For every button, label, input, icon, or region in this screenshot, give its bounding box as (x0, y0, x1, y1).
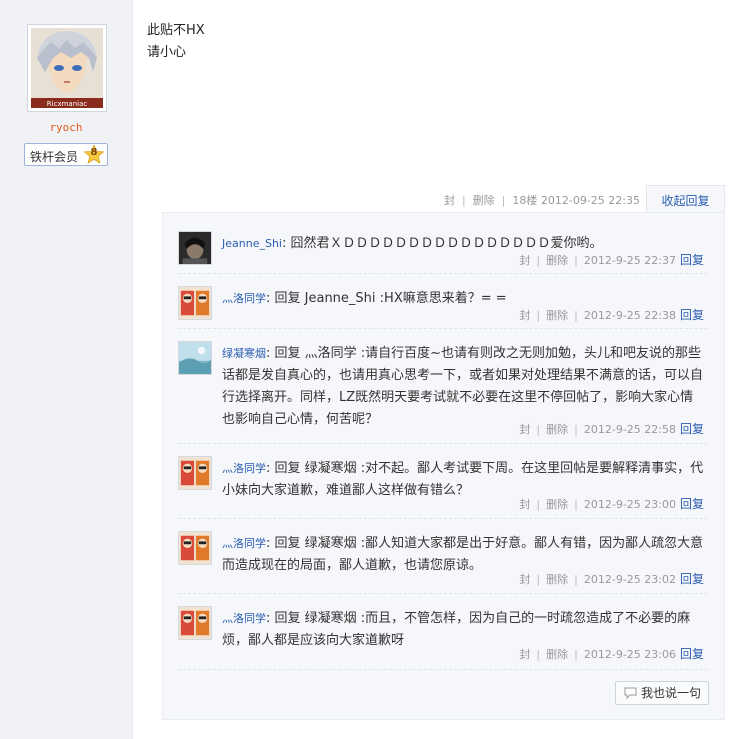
seal-link[interactable]: 封 (519, 648, 530, 661)
reply-divider (178, 273, 708, 274)
reply-text: 回复 Jeanne_Shi :HX嘛意思来着？= = (274, 291, 507, 306)
reply-divider (178, 593, 708, 594)
reply-time: 2012-9-25 22:38 (583, 309, 676, 322)
reply-button[interactable]: 回复 (680, 422, 704, 436)
reply-username[interactable]: 灬洛同学 (222, 292, 266, 305)
reply-time: 2012-9-25 22:58 (583, 423, 676, 436)
reply-time: 2012-9-25 23:06 (583, 648, 676, 661)
reply-text: 回复 绿凝寒烟 :而且，不管怎样，因为自己的一时疏忽造成了不必要的麻烦，鄙人都是… (222, 611, 691, 648)
reply-divider (178, 328, 708, 329)
delete-link[interactable]: 删除 (546, 648, 568, 661)
reply-divider (178, 518, 708, 519)
delete-link[interactable]: 删除 (546, 573, 568, 586)
reply-divider (178, 669, 708, 670)
reply-username[interactable]: 灬洛同学 (222, 537, 266, 550)
seal-link[interactable]: 封 (519, 573, 530, 586)
delete-link[interactable]: 删除 (473, 192, 495, 208)
collapse-replies-button[interactable]: 收起回复 (646, 185, 725, 213)
reply-time: 2012-9-25 23:00 (583, 498, 676, 511)
post-time: 2012-09-25 22:35 (540, 194, 640, 207)
reply-avatar-anime[interactable] (178, 286, 212, 320)
member-level-number: 8 (90, 147, 98, 158)
reply-body: 绿凝寒烟: 回复 灬洛同学 :请自行百度~也请有则改之无则加勉，头儿和吧友说的那… (222, 346, 704, 427)
reply-text: 回复 绿凝寒烟 :对不起。鄙人考试要下周。在这里回帖是要解释清事实，代小妹向大家… (222, 461, 704, 498)
floor-number: 18楼 (512, 194, 538, 207)
reply-username[interactable]: Jeanne_Shi (222, 237, 282, 250)
seal-link[interactable]: 封 (519, 498, 530, 511)
reply-username[interactable]: 灬洛同学 (222, 462, 266, 475)
reply-text: 囧然君ＸＤＤＤＤＤＤＤＤＤＤＤＤＤＤＤＤ爱你哟。 (290, 236, 603, 251)
reply-meta: 封 | 删除 | 2012-9-25 23:00 回复 (519, 497, 704, 511)
reply-button[interactable]: 回复 (680, 497, 704, 511)
member-level-badge[interactable]: 铁杆会员 8 (24, 143, 108, 166)
reply-text: 回复 绿凝寒烟 :鄙人知道大家都是出于好意。鄙人有错，因为鄙人疏忽大意而造成现在… (222, 536, 704, 573)
reply-button[interactable]: 回复 (680, 647, 704, 661)
reply-meta: 封 | 删除 | 2012-9-25 23:02 回复 (519, 572, 704, 586)
seal-link[interactable]: 封 (519, 254, 530, 267)
delete-link[interactable]: 删除 (546, 423, 568, 436)
reply-username[interactable]: 灬洛同学 (222, 612, 266, 625)
reply-avatar-anime[interactable] (178, 531, 212, 565)
delete-link[interactable]: 删除 (546, 254, 568, 267)
post-line: 此贴不HX (147, 23, 205, 38)
reply-meta: 封 | 删除 | 2012-9-25 22:38 回复 (519, 308, 704, 322)
reply-time: 2012-9-25 23:02 (583, 573, 676, 586)
member-level-title: 铁杆会员 (30, 150, 79, 164)
say-something-label: 我也说一句 (641, 686, 702, 700)
author-name[interactable]: ryoch (0, 121, 132, 134)
seal-link[interactable]: 封 (519, 309, 530, 322)
reply-button[interactable]: 回复 (680, 308, 704, 322)
author-sidebar: Ricxmaniac ryoch 铁杆会员 8 (0, 0, 133, 739)
reply-avatar-anime[interactable] (178, 606, 212, 640)
post-content: 此贴不HX 请小心 (147, 20, 205, 64)
reply-button[interactable]: 回复 (680, 572, 704, 586)
reply-time: 2012-9-25 22:37 (583, 254, 676, 267)
post-meta: 封 | 删除 | 18楼 2012-09-25 22:35 (443, 192, 640, 208)
reply-meta: 封 | 删除 | 2012-9-25 22:37 回复 (519, 253, 704, 267)
reply-button[interactable]: 回复 (680, 253, 704, 267)
reply-divider (178, 443, 708, 444)
speech-bubble-icon (624, 687, 637, 699)
say-something-button[interactable]: 我也说一句 (615, 681, 709, 705)
reply-avatar-anime[interactable] (178, 456, 212, 490)
reply-meta: 封 | 删除 | 2012-9-25 23:06 回复 (519, 647, 704, 661)
seal-link[interactable]: 封 (519, 423, 530, 436)
delete-link[interactable]: 删除 (546, 309, 568, 322)
reply-text: 回复 灬洛同学 :请自行百度~也请有则改之无则加勉，头儿和吧友说的那些话都是发自… (222, 346, 704, 427)
seal-link[interactable]: 封 (444, 192, 455, 208)
reply-username[interactable]: 绿凝寒烟 (222, 347, 266, 360)
reply-meta: 封 | 删除 | 2012-9-25 22:58 回复 (519, 422, 704, 436)
delete-link[interactable]: 删除 (546, 498, 568, 511)
reply-avatar-photo[interactable] (178, 231, 212, 265)
svg-text:Ricxmaniac: Ricxmaniac (47, 100, 88, 108)
author-avatar[interactable]: Ricxmaniac (27, 24, 107, 112)
reply-avatar-scenery[interactable] (178, 341, 212, 375)
author-avatar-image: Ricxmaniac (31, 28, 103, 108)
post-line: 请小心 (147, 45, 187, 60)
